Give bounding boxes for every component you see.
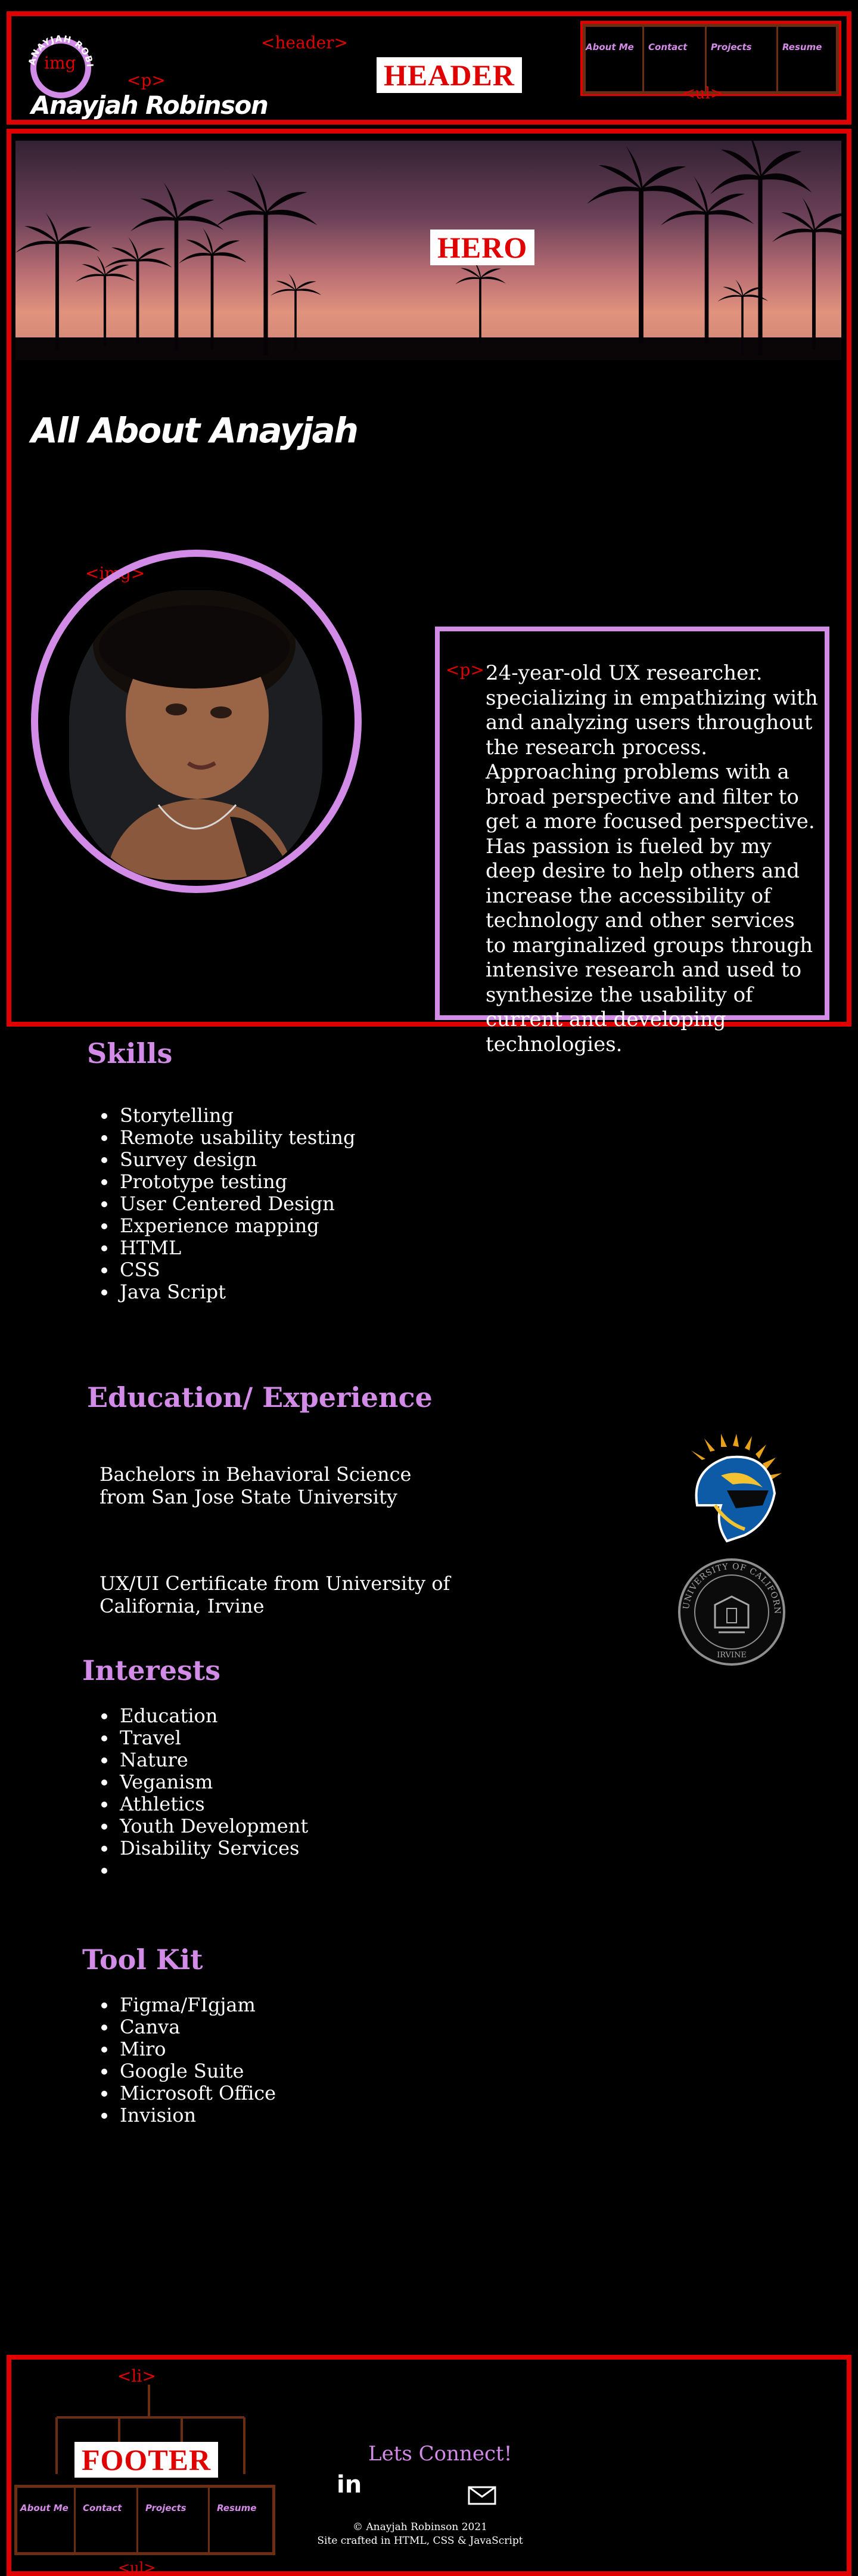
list-item: Athletics (117, 1793, 308, 1815)
list-item: Figma/FIgjam (117, 1994, 276, 2016)
list-item: Invision (117, 2104, 276, 2126)
seal-sub-text: IRVINE (717, 1651, 747, 1660)
hero-sunset-image (15, 141, 841, 360)
list-item: Nature (117, 1749, 308, 1771)
footer-nav-list (14, 2485, 275, 2555)
person-portrait-icon (69, 590, 322, 880)
footer-nav-contact[interactable]: Contact (83, 2503, 122, 2513)
nav-resume[interactable]: Resume (782, 42, 822, 52)
header-nav-list (583, 24, 839, 94)
tag-li-footer: <li> (117, 2366, 156, 2386)
list-item: User Centered Design (117, 1193, 355, 1215)
education-title: Education/ Experience (87, 1381, 433, 1413)
tag-p-intro: <p> (446, 660, 484, 680)
list-item-empty (117, 1859, 308, 1881)
tag-header: <header> (261, 33, 349, 52)
list-item: Miro (117, 2038, 276, 2060)
nav-divider (705, 25, 707, 93)
hero-region-label: HERO (430, 230, 535, 265)
sjsu-spartan-logo-icon (679, 1434, 786, 1547)
footer-region-label: FOOTER (74, 2442, 219, 2478)
footer-nav-projects[interactable]: Projects (145, 2503, 186, 2513)
nav-about-me[interactable]: About Me (586, 42, 634, 52)
email-icon[interactable] (468, 2486, 496, 2505)
nav-divider (776, 25, 778, 93)
nav-contact[interactable]: Contact (648, 42, 687, 52)
list-item: Google Suite (117, 2060, 276, 2082)
skills-title: Skills (87, 1037, 173, 1070)
list-item: HTML (117, 1237, 355, 1259)
header-region-label: HEADER (377, 57, 522, 93)
tag-p-header: <p> (127, 70, 166, 90)
list-item: Java Script (117, 1281, 355, 1303)
tag-ul-header: <ul> (682, 85, 723, 103)
list-item: Youth Development (117, 1815, 308, 1837)
nav-divider (136, 2486, 138, 2554)
interests-list: Education Travel Nature Veganism Athleti… (86, 1705, 308, 1881)
list-item: Veganism (117, 1771, 308, 1793)
nav-divider (208, 2486, 210, 2554)
education-item: Bachelors in Behavioral Science from San… (100, 1463, 412, 1508)
list-item: Microsoft Office (117, 2082, 276, 2104)
education-item: UX/UI Certificate from University of Cal… (100, 1572, 450, 1617)
lets-connect-heading: Lets Connect! (368, 2442, 512, 2466)
nav-projects[interactable]: Projects (711, 42, 752, 52)
interests-title: Interests (82, 1654, 221, 1687)
skills-list: Storytelling Remote usability testing Su… (86, 1105, 355, 1303)
uc-irvine-seal-icon: UNIVERSITY OF CALIFORNIA IRVINE (673, 1550, 786, 1667)
intro-paragraph: 24-year-old UX researcher. specializing … (486, 661, 818, 1056)
profile-photo (69, 590, 322, 880)
list-item: Disability Services (117, 1837, 308, 1859)
list-item: Remote usability testing (117, 1127, 355, 1149)
nav-divider (74, 2486, 76, 2554)
list-item: Storytelling (117, 1105, 355, 1127)
list-item: Experience mapping (117, 1215, 355, 1237)
list-item: Canva (117, 2016, 276, 2038)
footer-nav-resume[interactable]: Resume (217, 2503, 256, 2513)
site-name: Anayjah Robinson (31, 91, 269, 120)
palm-trees-silhouette-icon (15, 141, 841, 360)
linkedin-icon[interactable]: in (337, 2471, 362, 2498)
footer-nav-about-me[interactable]: About Me (20, 2503, 69, 2513)
nav-divider (642, 25, 644, 93)
copyright-text: © Anayjah Robinson 2021 (352, 2521, 487, 2533)
tag-img-logo: img (44, 53, 76, 73)
tag-ul-footer: <ul> (118, 2559, 156, 2576)
toolkit-title: Tool Kit (82, 1943, 203, 1976)
list-item: Education (117, 1705, 308, 1727)
list-item: CSS (117, 1259, 355, 1281)
toolkit-list: Figma/FIgjam Canva Miro Google Suite Mic… (86, 1994, 276, 2126)
list-item: Travel (117, 1727, 308, 1749)
crafted-text: Site crafted in HTML, CSS & JavaScript (317, 2535, 523, 2547)
list-item: Survey design (117, 1149, 355, 1171)
about-title: All About Anayjah (31, 410, 359, 451)
list-item: Prototype testing (117, 1171, 355, 1193)
